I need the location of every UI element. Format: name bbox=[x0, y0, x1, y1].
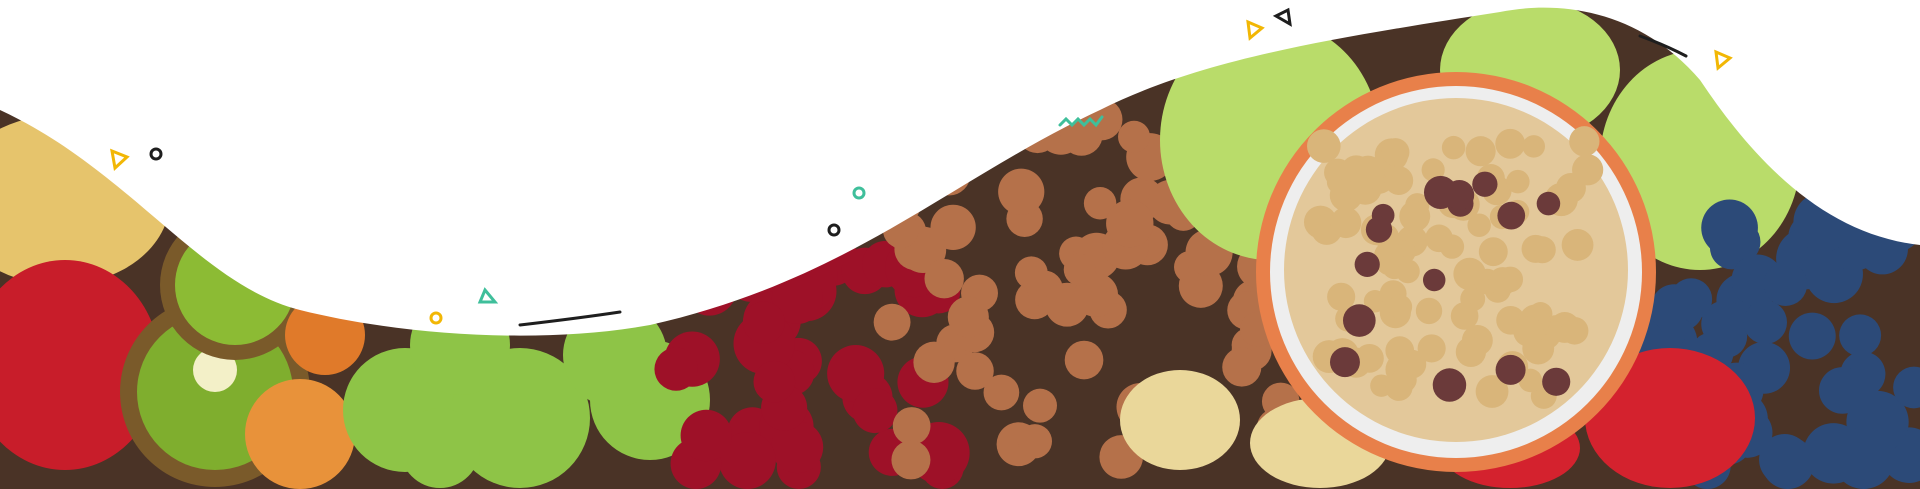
oat-flake bbox=[1441, 135, 1466, 160]
pasta-piece bbox=[924, 258, 964, 299]
oat-flake bbox=[1388, 294, 1413, 319]
pasta-piece bbox=[873, 303, 911, 341]
raisin bbox=[1422, 268, 1446, 292]
oat-flake bbox=[1439, 234, 1465, 259]
raisin bbox=[1495, 354, 1526, 385]
raisin bbox=[1354, 251, 1380, 277]
pasta-piece bbox=[1222, 347, 1262, 387]
raisin bbox=[1432, 368, 1467, 402]
oat-flake bbox=[1455, 336, 1487, 368]
raisin bbox=[1536, 191, 1561, 216]
pasta-piece bbox=[1063, 253, 1096, 286]
raisin bbox=[1342, 304, 1376, 337]
oat-flake bbox=[1450, 302, 1479, 330]
oat-flake bbox=[1569, 126, 1600, 157]
oat-flake bbox=[1528, 236, 1556, 264]
oat-flake bbox=[1385, 373, 1413, 401]
pasta-piece bbox=[1106, 199, 1154, 248]
cranberry bbox=[852, 388, 898, 434]
blueberry bbox=[1763, 262, 1808, 306]
cranberry bbox=[753, 360, 796, 403]
blueberry bbox=[1670, 278, 1713, 321]
pasta-piece bbox=[998, 168, 1045, 215]
raisin bbox=[1542, 367, 1571, 396]
blueberry bbox=[1788, 312, 1836, 360]
oat-flake bbox=[1561, 229, 1594, 261]
pasta-piece bbox=[1017, 424, 1053, 459]
hero-banner bbox=[0, 0, 1920, 489]
food-photo bbox=[0, 0, 1920, 489]
raisin bbox=[1497, 201, 1526, 230]
oat-flake bbox=[1381, 138, 1410, 167]
oat-flake bbox=[1415, 297, 1443, 325]
oat-flake bbox=[1522, 135, 1546, 158]
raisin bbox=[1329, 347, 1360, 378]
blueberry bbox=[1839, 314, 1882, 357]
oat-flake bbox=[1465, 136, 1496, 167]
blueberry bbox=[1818, 367, 1866, 414]
cranberry bbox=[654, 347, 698, 391]
oat-flake bbox=[1555, 173, 1586, 204]
oat-flake bbox=[1399, 200, 1431, 232]
pasta-piece bbox=[1118, 120, 1151, 153]
pasta-piece bbox=[891, 440, 931, 480]
oat-flake bbox=[1513, 316, 1544, 347]
pasta-piece bbox=[892, 407, 931, 445]
oat-flake bbox=[1495, 128, 1526, 159]
blueberry bbox=[1701, 199, 1758, 257]
raisin bbox=[1365, 216, 1393, 243]
pasta-piece bbox=[913, 341, 955, 383]
oat-flake bbox=[1307, 129, 1341, 163]
cranberry bbox=[680, 409, 732, 462]
oat-flake bbox=[1384, 166, 1414, 195]
oat-flake bbox=[1351, 155, 1385, 189]
raisin bbox=[1444, 180, 1475, 210]
raisin bbox=[1472, 171, 1498, 197]
oat-flake bbox=[1330, 207, 1362, 239]
blueberry bbox=[1803, 423, 1864, 484]
oat-flake bbox=[1560, 316, 1589, 345]
blueberry bbox=[1743, 300, 1788, 345]
oat-flake bbox=[1478, 237, 1508, 267]
pasta-piece bbox=[947, 296, 989, 338]
oat-flake bbox=[1506, 169, 1530, 194]
pasta-piece bbox=[1023, 388, 1057, 423]
oat-flake bbox=[1488, 267, 1517, 296]
muesli-bowl bbox=[1256, 72, 1656, 472]
pasta-piece bbox=[956, 352, 994, 390]
pasta-piece bbox=[1064, 340, 1104, 380]
cranberry bbox=[742, 301, 785, 344]
